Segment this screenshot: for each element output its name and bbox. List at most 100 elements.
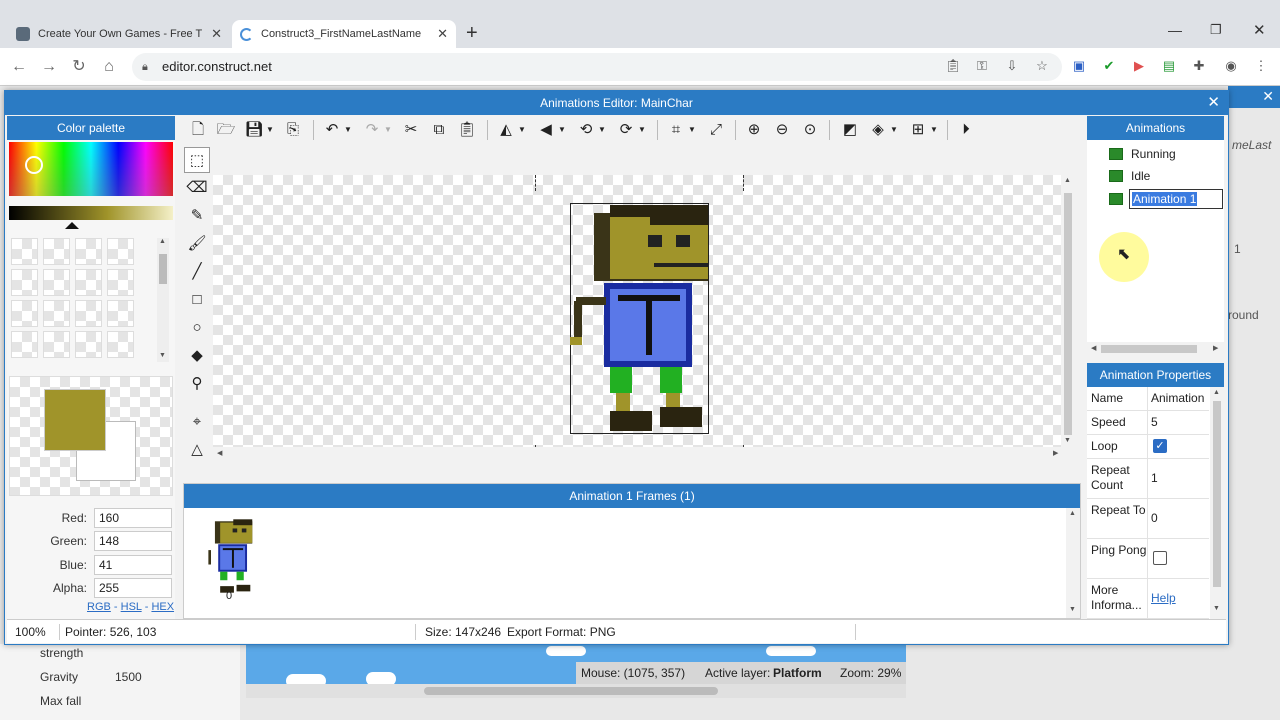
menu-dots-icon[interactable]: ⋮ bbox=[1252, 57, 1270, 75]
layers-icon[interactable]: ◈ bbox=[867, 116, 889, 144]
palette-swatch[interactable] bbox=[43, 269, 70, 296]
redo-dropdown-icon[interactable]: ▼ bbox=[383, 116, 393, 144]
rotate-cw-dropdown-icon[interactable]: ▼ bbox=[637, 116, 647, 144]
restore-window-icon[interactable]: ❐ bbox=[1210, 22, 1222, 38]
save-icon[interactable]: 💾︎ bbox=[243, 116, 265, 144]
profile-avatar-icon[interactable]: ◉ bbox=[1222, 57, 1240, 75]
palette-swatch[interactable] bbox=[75, 269, 102, 296]
rectangle-tool-icon[interactable]: □ bbox=[184, 287, 210, 313]
background-close-icon[interactable]: ✕ bbox=[1262, 88, 1274, 105]
eraser-icon[interactable]: ⌫ bbox=[184, 175, 210, 201]
resize-icon[interactable]: ⤢ bbox=[705, 116, 727, 144]
picker-cursor-icon[interactable] bbox=[25, 156, 43, 174]
blue-field[interactable]: 41 bbox=[94, 555, 172, 575]
scroll-right-icon[interactable]: ▶ bbox=[1213, 344, 1218, 352]
cut-icon[interactable]: ✂ bbox=[400, 116, 422, 144]
layers-dropdown-icon[interactable]: ▼ bbox=[889, 116, 899, 144]
palette-swatch[interactable] bbox=[43, 238, 70, 265]
scrollbar-thumb[interactable] bbox=[159, 254, 167, 284]
palette-scrollbar[interactable]: ▲ ▼ bbox=[157, 238, 169, 362]
canvas-horizontal-scrollbar[interactable]: ◀ ▶ bbox=[213, 447, 1075, 461]
bookmark-star-icon[interactable]: ☆ bbox=[1033, 57, 1051, 75]
palette-swatch[interactable] bbox=[11, 300, 38, 327]
properties-scrollbar[interactable]: ▲ ▼ bbox=[1210, 387, 1224, 619]
repeat-count-field[interactable]: 1 bbox=[1151, 471, 1158, 486]
paste-icon[interactable]: 📋︎ bbox=[456, 116, 478, 144]
url-field[interactable]: 🔒︎ editor.construct.net bbox=[132, 53, 1062, 81]
palette-swatch[interactable] bbox=[43, 300, 70, 327]
line-tool-icon[interactable]: ╱ bbox=[184, 259, 210, 285]
rectangle-select-icon[interactable]: ⬚ bbox=[184, 147, 210, 173]
animation-item-idle[interactable]: Idle bbox=[1131, 169, 1150, 183]
brush-icon[interactable]: 🖌︎ bbox=[184, 231, 210, 257]
ellipse-tool-icon[interactable]: ○ bbox=[184, 315, 210, 341]
scrollbar-thumb[interactable] bbox=[1101, 345, 1197, 353]
speed-value-field[interactable]: 5 bbox=[1151, 415, 1158, 430]
crop-icon[interactable]: ⌗ bbox=[665, 116, 687, 144]
scroll-left-icon[interactable]: ◀ bbox=[217, 449, 222, 457]
palette-swatch[interactable] bbox=[11, 269, 38, 296]
ping-pong-checkbox[interactable] bbox=[1153, 551, 1167, 565]
fill-bucket-icon[interactable]: ◆ bbox=[184, 343, 210, 369]
copy-icon[interactable]: ⧉ bbox=[428, 116, 450, 144]
flip-vertical-icon[interactable]: ◀ bbox=[535, 116, 557, 144]
green-field[interactable]: 148 bbox=[94, 531, 172, 551]
undo-icon[interactable]: ↶ bbox=[321, 116, 343, 144]
palette-swatch[interactable] bbox=[107, 300, 134, 327]
pencil-icon[interactable]: ✎ bbox=[184, 203, 210, 229]
background-toggle-icon[interactable]: ◩ bbox=[839, 116, 861, 144]
frame-thumbnail[interactable]: 0 bbox=[206, 518, 256, 602]
close-tab-icon[interactable]: ✕ bbox=[437, 26, 448, 42]
grid-icon[interactable]: ⊞ bbox=[907, 116, 929, 144]
alpha-field[interactable]: 255 bbox=[94, 578, 172, 598]
scroll-down-icon[interactable]: ▼ bbox=[1213, 605, 1220, 612]
clipboard-icon[interactable]: 📋︎ bbox=[944, 57, 962, 75]
rotate-cw-icon[interactable]: ⟳ bbox=[615, 116, 637, 144]
close-tab-icon[interactable]: ✕ bbox=[211, 26, 222, 42]
scroll-up-icon[interactable]: ▲ bbox=[1213, 389, 1220, 396]
extension-cast-icon[interactable]: ▤ bbox=[1160, 57, 1178, 75]
rotate-ccw-dropdown-icon[interactable]: ▼ bbox=[597, 116, 607, 144]
loop-checkbox[interactable]: ✓ bbox=[1153, 439, 1167, 453]
redo-icon[interactable]: ↷ bbox=[361, 116, 383, 144]
close-window-icon[interactable]: ✕ bbox=[1253, 21, 1266, 39]
scroll-up-icon[interactable]: ▲ bbox=[1069, 510, 1076, 517]
scrollbar-thumb[interactable] bbox=[1064, 193, 1072, 435]
animation-rename-input[interactable]: Animation 1 bbox=[1129, 189, 1223, 209]
primary-color-swatch[interactable] bbox=[44, 389, 106, 451]
scroll-up-icon[interactable]: ▲ bbox=[159, 238, 166, 245]
home-icon[interactable]: ⌂ bbox=[98, 56, 120, 78]
frames-scrollbar[interactable]: ▲ ▼ bbox=[1066, 508, 1080, 618]
red-field[interactable]: 160 bbox=[94, 508, 172, 528]
palette-swatch[interactable] bbox=[75, 331, 102, 358]
extension-check-icon[interactable]: ✔ bbox=[1100, 57, 1118, 75]
help-link[interactable]: Help bbox=[1151, 591, 1176, 606]
palette-swatch[interactable] bbox=[107, 331, 134, 358]
back-arrow-icon[interactable]: ← bbox=[8, 56, 30, 78]
scroll-down-icon[interactable]: ▼ bbox=[159, 352, 166, 359]
export-icon[interactable]: ⎘ bbox=[282, 116, 304, 144]
background-scrollbar[interactable] bbox=[246, 684, 906, 698]
palette-swatch[interactable] bbox=[11, 238, 38, 265]
extensions-puzzle-icon[interactable]: ✚ bbox=[1190, 57, 1208, 75]
scrollbar-thumb[interactable] bbox=[1213, 401, 1221, 587]
tab-create-games[interactable]: Create Your Own Games - Free T ✕ bbox=[8, 20, 230, 48]
origin-point-icon[interactable]: ⌖ bbox=[184, 409, 210, 435]
tab-construct3[interactable]: Construct3_FirstNameLastName ✕ bbox=[232, 20, 456, 48]
install-icon[interactable]: ⇩ bbox=[1003, 57, 1021, 75]
scroll-up-icon[interactable]: ▲ bbox=[1064, 177, 1071, 184]
grid-dropdown-icon[interactable]: ▼ bbox=[929, 116, 939, 144]
scroll-down-icon[interactable]: ▼ bbox=[1064, 437, 1071, 444]
slider-handle-icon[interactable] bbox=[65, 222, 79, 229]
scroll-down-icon[interactable]: ▼ bbox=[1069, 606, 1076, 613]
open-folder-icon[interactable]: 🗁 bbox=[215, 116, 237, 144]
extension-play-icon[interactable]: ▶ bbox=[1130, 57, 1148, 75]
dialog-close-icon[interactable]: ✕ bbox=[1207, 91, 1220, 115]
key-icon[interactable]: ⚿ bbox=[973, 57, 991, 75]
palette-swatch[interactable] bbox=[107, 238, 134, 265]
hex-mode-link[interactable]: HEX bbox=[151, 601, 174, 613]
zoom-out-icon[interactable]: ⊖ bbox=[771, 116, 793, 144]
minimize-window-icon[interactable]: — bbox=[1168, 22, 1182, 38]
zoom-reset-icon[interactable]: ⊙ bbox=[799, 116, 821, 144]
animations-scrollbar[interactable]: ◀ ▶ bbox=[1087, 342, 1224, 356]
